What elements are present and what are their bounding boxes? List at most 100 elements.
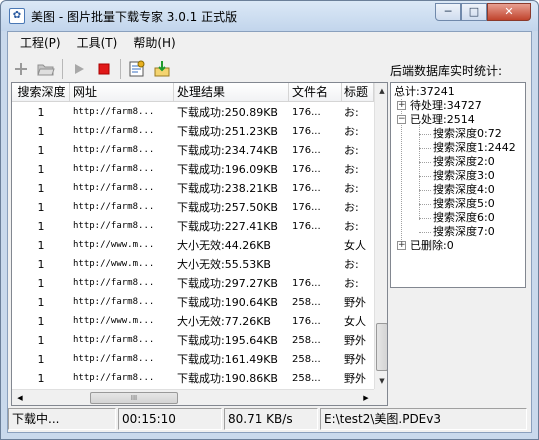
scroll-right-button[interactable]: ▶ bbox=[358, 390, 374, 405]
tree-node-deleted[interactable]: 已删除:0 bbox=[410, 239, 454, 252]
add-button[interactable] bbox=[10, 58, 32, 80]
table-row[interactable]: 1 http://farm8... 下载成功:251.23KB 176... お: bbox=[12, 122, 374, 141]
cell-result: 下载成功:190.86KB bbox=[177, 372, 278, 385]
maximize-button[interactable]: □ bbox=[461, 3, 487, 21]
cell-depth: 1 bbox=[37, 220, 45, 233]
vertical-scrollbar[interactable]: ▲ ▼ bbox=[374, 83, 387, 389]
cell-url: http://www.m... bbox=[73, 259, 155, 269]
tree-node-depth[interactable]: 搜索深度7:0 bbox=[433, 225, 495, 238]
tree-node-depth[interactable]: 搜索深度4:0 bbox=[433, 183, 495, 196]
cell-title: 女人 bbox=[344, 239, 366, 252]
cell-depth: 1 bbox=[37, 372, 45, 385]
menu-tools[interactable]: 工具(T) bbox=[69, 32, 126, 54]
cell-filename: 176... bbox=[292, 164, 321, 175]
cell-depth: 1 bbox=[37, 258, 45, 271]
status-speed: 80.71 KB/s bbox=[224, 408, 318, 430]
menu-project[interactable]: 工程(P) bbox=[12, 32, 69, 54]
cell-filename: 258... bbox=[292, 354, 321, 365]
start-button[interactable] bbox=[68, 58, 90, 80]
results-table[interactable]: 搜索深度 网址 处理结果 文件名 标题 1 http://farm8... 下载成功… bbox=[11, 82, 388, 406]
cell-depth: 1 bbox=[37, 277, 45, 290]
cell-title: 野外 bbox=[344, 334, 366, 347]
table-row[interactable]: 1 http://farm8... 下载成功:227.41KB 176... お: bbox=[12, 217, 374, 236]
column-header-depth[interactable]: 搜索深度 bbox=[12, 83, 70, 102]
tree-node-total[interactable]: 总计:37241 bbox=[394, 85, 455, 98]
settings-icon bbox=[129, 60, 145, 77]
cell-result: 大小无效:44.26KB bbox=[177, 239, 271, 252]
tree-node-depth[interactable]: 搜索深度0:72 bbox=[433, 127, 502, 140]
cell-filename: 176... bbox=[292, 278, 321, 289]
expand-pending-icon[interactable]: + bbox=[397, 101, 406, 110]
cell-result: 大小无效:77.26KB bbox=[177, 315, 271, 328]
table-row[interactable]: 1 http://farm8... 下载成功:196.09KB 176... お: bbox=[12, 160, 374, 179]
cell-filename: 176... bbox=[292, 221, 321, 232]
tree-node-pending[interactable]: 待处理:34727 bbox=[410, 99, 482, 112]
cell-url: http://www.m... bbox=[73, 240, 155, 250]
table-row[interactable]: 1 http://farm8... 下载成功:161.49KB 258... 野外 bbox=[12, 350, 374, 369]
tree-node-depth[interactable]: 搜索深度1:2442 bbox=[433, 141, 516, 154]
cell-depth: 1 bbox=[37, 239, 45, 252]
cell-title: お: bbox=[344, 201, 359, 214]
status-path: E:\test2\美图.PDEv3 bbox=[320, 408, 527, 430]
scroll-up-button[interactable]: ▲ bbox=[375, 83, 387, 99]
table-row[interactable]: 1 http://farm8... 下载成功:250.89KB 176... お: bbox=[12, 103, 374, 122]
cell-result: 下载成功:161.49KB bbox=[177, 353, 278, 366]
menu-help[interactable]: 帮助(H) bbox=[125, 32, 183, 54]
tree-connector bbox=[419, 232, 431, 233]
table-row[interactable]: 1 http://farm8... 下载成功:297.27KB 176... お: bbox=[12, 274, 374, 293]
table-row[interactable]: 1 http://www.m... 大小无效:77.26KB 176... 女人 bbox=[12, 312, 374, 331]
tree-node-depth[interactable]: 搜索深度6:0 bbox=[433, 211, 495, 224]
cell-title: 野外 bbox=[344, 372, 366, 385]
cell-result: 下载成功:250.89KB bbox=[177, 106, 278, 119]
table-row[interactable]: 1 http://farm8... 下载成功:234.74KB 176... お: bbox=[12, 141, 374, 160]
cell-title: お: bbox=[344, 125, 359, 138]
add-icon bbox=[15, 63, 27, 75]
table-row[interactable]: 1 http://farm8... 下载成功:190.64KB 258... 野外 bbox=[12, 293, 374, 312]
cell-depth: 1 bbox=[37, 163, 45, 176]
column-header-filename[interactable]: 文件名 bbox=[289, 83, 342, 102]
table-row[interactable]: 1 http://www.m... 大小无效:55.53KB お: bbox=[12, 255, 374, 274]
scrollbar-corner bbox=[374, 389, 387, 405]
collapse-processed-icon[interactable]: − bbox=[397, 115, 406, 124]
tree-connector bbox=[419, 218, 431, 219]
cell-url: http://farm8... bbox=[73, 354, 155, 364]
cell-url: http://farm8... bbox=[73, 278, 155, 288]
cell-title: お: bbox=[344, 182, 359, 195]
cell-result: 下载成功:195.64KB bbox=[177, 334, 278, 347]
table-row[interactable]: 1 http://www.m... 大小无效:44.26KB 女人 bbox=[12, 236, 374, 255]
stats-tree[interactable]: 总计:37241 + 待处理:34727 − 已处理:2514 搜索深度0:72… bbox=[390, 82, 526, 288]
cell-result: 下载成功:251.23KB bbox=[177, 125, 278, 138]
horizontal-scrollbar[interactable]: ◀ III ▶ bbox=[12, 389, 374, 405]
export-button[interactable] bbox=[151, 58, 173, 80]
scroll-left-button[interactable]: ◀ bbox=[12, 390, 28, 405]
app-window: ✿ 美图 - 图片批量下载专家 3.0.1 正式版 ─ □ ✕ 工程(P) 工具… bbox=[0, 0, 539, 440]
scroll-down-button[interactable]: ▼ bbox=[375, 373, 387, 389]
column-header-url[interactable]: 网址 bbox=[70, 83, 174, 102]
column-header-result[interactable]: 处理结果 bbox=[174, 83, 289, 102]
tree-node-depth[interactable]: 搜索深度5:0 bbox=[433, 197, 495, 210]
horizontal-scroll-thumb[interactable]: III bbox=[90, 392, 178, 404]
table-row[interactable]: 1 http://farm8... 下载成功:195.64KB 258... 野外 bbox=[12, 331, 374, 350]
open-button[interactable] bbox=[35, 58, 57, 80]
close-button[interactable]: ✕ bbox=[487, 3, 531, 21]
table-body: 1 http://farm8... 下载成功:250.89KB 176... お: 1 ht… bbox=[12, 103, 374, 388]
vertical-scroll-thumb[interactable] bbox=[376, 323, 387, 371]
cell-title: お: bbox=[344, 106, 359, 119]
stop-button[interactable] bbox=[93, 58, 115, 80]
minimize-button[interactable]: ─ bbox=[435, 3, 461, 21]
tree-node-depth[interactable]: 搜索深度3:0 bbox=[433, 169, 495, 182]
column-header-title[interactable]: 标题 bbox=[342, 83, 374, 102]
tree-node-depth[interactable]: 搜索深度2:0 bbox=[433, 155, 495, 168]
table-row[interactable]: 1 http://farm8... 下载成功:238.21KB 176... お: bbox=[12, 179, 374, 198]
settings-button[interactable] bbox=[126, 58, 148, 80]
cell-url: http://farm8... bbox=[73, 145, 155, 155]
cell-depth: 1 bbox=[37, 334, 45, 347]
cell-result: 下载成功:297.27KB bbox=[177, 277, 278, 290]
menu-bar: 工程(P) 工具(T) 帮助(H) bbox=[8, 32, 531, 54]
cell-title: お: bbox=[344, 258, 359, 271]
cell-result: 下载成功:257.50KB bbox=[177, 201, 278, 214]
table-row[interactable]: 1 http://farm8... 下载成功:190.86KB 258... 野外 bbox=[12, 369, 374, 388]
table-row[interactable]: 1 http://farm8... 下载成功:257.50KB 176... お: bbox=[12, 198, 374, 217]
cell-result: 下载成功:238.21KB bbox=[177, 182, 278, 195]
expand-deleted-icon[interactable]: + bbox=[397, 241, 406, 250]
